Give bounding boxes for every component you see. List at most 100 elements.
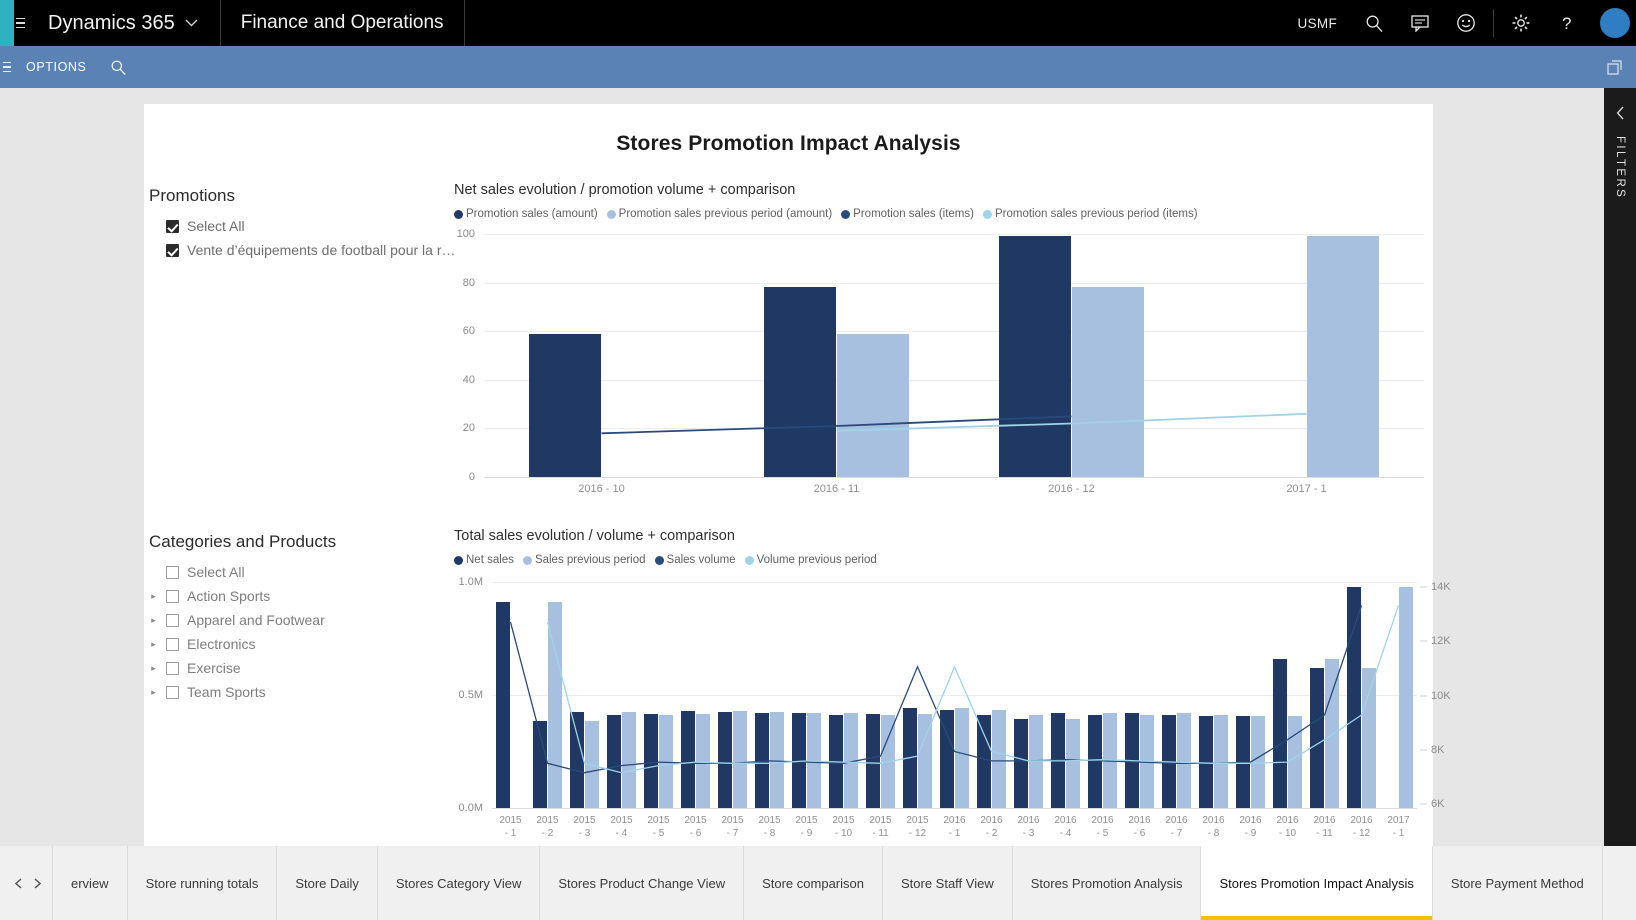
expand-icon[interactable] xyxy=(1607,60,1636,75)
categories-heading: Categories and Products xyxy=(149,532,459,552)
category-filter-item[interactable]: ▸ Team Sports xyxy=(149,682,459,702)
promotion-chart-plot[interactable]: 020406080100 xyxy=(484,234,1424,477)
expand-chevron-icon[interactable]: ▸ xyxy=(149,688,158,697)
legend-swatch-icon xyxy=(454,556,463,565)
smiley-icon[interactable] xyxy=(1443,0,1489,46)
nav-pane-toggle-icon[interactable] xyxy=(0,46,14,88)
gear-icon[interactable] xyxy=(1498,0,1544,46)
application-window: Dynamics 365 Finance and Operations USMF xyxy=(0,0,1636,920)
category-filter-label: Action Sports xyxy=(187,588,270,604)
legend-item[interactable]: Volume previous period xyxy=(745,554,877,566)
y2-tick-mark xyxy=(1420,695,1427,696)
promotion-chart-xaxis: 2016 - 102016 - 112016 - 122017 - 1 xyxy=(484,477,1424,503)
prev-arrow-icon[interactable] xyxy=(14,878,23,889)
checkbox[interactable] xyxy=(166,220,179,233)
legend-item[interactable]: Promotion sales (amount) xyxy=(454,208,598,220)
x-axis-tick-label: 2015- 12 xyxy=(906,814,928,840)
x-axis-tick-label: 2017- 1 xyxy=(1387,814,1409,840)
tab-scroll-controls xyxy=(0,846,53,920)
checkbox[interactable] xyxy=(166,638,179,651)
category-filter-item[interactable]: ▸Apparel and Footwear xyxy=(149,610,459,630)
expand-chevron-icon[interactable]: ▸ xyxy=(149,640,158,649)
category-filter-item[interactable]: ▸Select All xyxy=(149,562,459,582)
checkbox[interactable] xyxy=(166,662,179,675)
next-arrow-icon[interactable] xyxy=(33,878,42,889)
x-axis-tick-label: 2015- 10 xyxy=(832,814,854,840)
checkbox[interactable] xyxy=(166,590,179,603)
x-axis-tick-label: 2016 - 10 xyxy=(578,483,624,496)
hamburger-icon[interactable] xyxy=(14,0,26,46)
legend-item[interactable]: Promotion sales previous period (items) xyxy=(983,208,1198,220)
filters-rail[interactable]: FILTERS xyxy=(1604,88,1636,846)
promotion-filter-label: Select All xyxy=(187,218,245,234)
legend-swatch-icon xyxy=(454,210,463,219)
category-filter-label: Exercise xyxy=(187,660,241,676)
search-icon[interactable] xyxy=(1351,0,1397,46)
company-selector[interactable]: USMF xyxy=(1284,0,1351,46)
y-axis-tick-label: 60 xyxy=(463,325,475,337)
x-axis-tick-label: 2016- 1 xyxy=(943,814,965,840)
workspace-tab[interactable]: Store comparison xyxy=(744,846,883,920)
x-axis-tick-label: 2016- 7 xyxy=(1165,814,1187,840)
workspace-tab[interactable]: Store running totals xyxy=(128,846,278,920)
checkbox[interactable] xyxy=(166,614,179,627)
y-axis-tick-label: 100 xyxy=(457,228,475,240)
report-canvas: Stores Promotion Impact Analysis Promoti… xyxy=(144,104,1433,846)
y-axis-tick-label: 80 xyxy=(463,277,475,289)
x-axis-tick-label: 2015- 7 xyxy=(721,814,743,840)
options-button[interactable]: OPTIONS xyxy=(14,60,100,74)
category-filter-item[interactable]: ▸ Action Sports xyxy=(149,586,459,606)
legend-item[interactable]: Sales volume xyxy=(655,554,736,566)
y-axis-tick-label: 0.0M xyxy=(459,802,483,814)
workspace-tab[interactable]: Store Payment Method xyxy=(1433,846,1603,920)
category-filter-item[interactable]: ▸Electronics xyxy=(149,634,459,654)
workspace-tab[interactable]: Store Daily xyxy=(277,846,378,920)
promotion-chart-block: Net sales evolution / promotion volume +… xyxy=(454,182,1429,503)
y2-axis-tick-label: 14K xyxy=(1431,581,1451,593)
expand-chevron-icon[interactable]: ▸ xyxy=(149,664,158,673)
workspace-tab[interactable]: Stores Product Change View xyxy=(540,846,744,920)
category-filter-label: Team Sports xyxy=(187,684,266,700)
x-axis-tick-label: 2016- 12 xyxy=(1350,814,1372,840)
workspace-tab[interactable]: erview xyxy=(53,846,128,920)
chevron-down-icon[interactable] xyxy=(185,19,198,27)
workspace-tab[interactable]: Stores Category View xyxy=(378,846,541,920)
category-filter-item[interactable]: ▸ Exercise xyxy=(149,658,459,678)
expand-chevron-icon[interactable]: ▸ xyxy=(149,616,158,625)
checkbox[interactable] xyxy=(166,244,179,257)
y2-axis-tick-label: 10K xyxy=(1431,690,1451,702)
legend-label: Promotion sales previous period (items) xyxy=(995,208,1198,220)
chart-title: Total sales evolution / volume + compari… xyxy=(454,528,1464,544)
tab-list: erviewStore running totalsStore DailySto… xyxy=(53,846,1603,920)
help-icon[interactable]: ? xyxy=(1544,0,1590,46)
x-axis-tick-label: 2015- 4 xyxy=(610,814,632,840)
x-axis-tick-label: 2015- 5 xyxy=(647,814,669,840)
brand-dynamics365[interactable]: Dynamics 365 xyxy=(26,0,221,46)
avatar[interactable] xyxy=(1600,8,1630,38)
total-sales-chart-xaxis: 2015- 12015- 22015- 32015- 42015- 52015-… xyxy=(492,808,1417,840)
y-axis-tick-label: 1.0M xyxy=(459,576,483,588)
y2-axis-tick-label: 6K xyxy=(1431,798,1444,810)
checkbox[interactable] xyxy=(166,566,179,579)
checkbox[interactable] xyxy=(166,686,179,699)
promotion-filter-item[interactable]: ▸Select All xyxy=(149,216,459,236)
feedback-icon[interactable] xyxy=(1397,0,1443,46)
chart-legend: Promotion sales (amount) Promotion sales … xyxy=(454,208,1429,220)
y-axis-tick-label: 40 xyxy=(463,374,475,386)
module-name[interactable]: Finance and Operations xyxy=(221,0,465,46)
workspace-tab[interactable]: Stores Promotion Analysis xyxy=(1013,846,1202,920)
promotion-filter-item[interactable]: ▸Vente d’équipements de football pour la… xyxy=(149,240,459,260)
workspace-tab[interactable]: Stores Promotion Impact Analysis xyxy=(1201,846,1432,920)
expand-chevron-icon[interactable]: ▸ xyxy=(149,592,158,601)
y2-axis-tick-label: 8K xyxy=(1431,744,1444,756)
total-sales-chart-plot[interactable]: 0.0M0.5M1.0M6K8K10K12K14K xyxy=(492,582,1417,808)
accent-strip xyxy=(0,0,14,46)
legend-item[interactable]: Net sales xyxy=(454,554,514,566)
workspace-tab[interactable]: Store Staff View xyxy=(883,846,1013,920)
chevron-left-icon[interactable] xyxy=(1616,106,1625,120)
legend-item[interactable]: Promotion sales previous period (amount) xyxy=(607,208,833,220)
search-icon[interactable] xyxy=(100,59,137,76)
legend-item[interactable]: Sales previous period xyxy=(523,554,646,566)
legend-item[interactable]: Promotion sales (items) xyxy=(841,208,974,220)
x-axis-tick-label: 2016- 9 xyxy=(1239,814,1261,840)
